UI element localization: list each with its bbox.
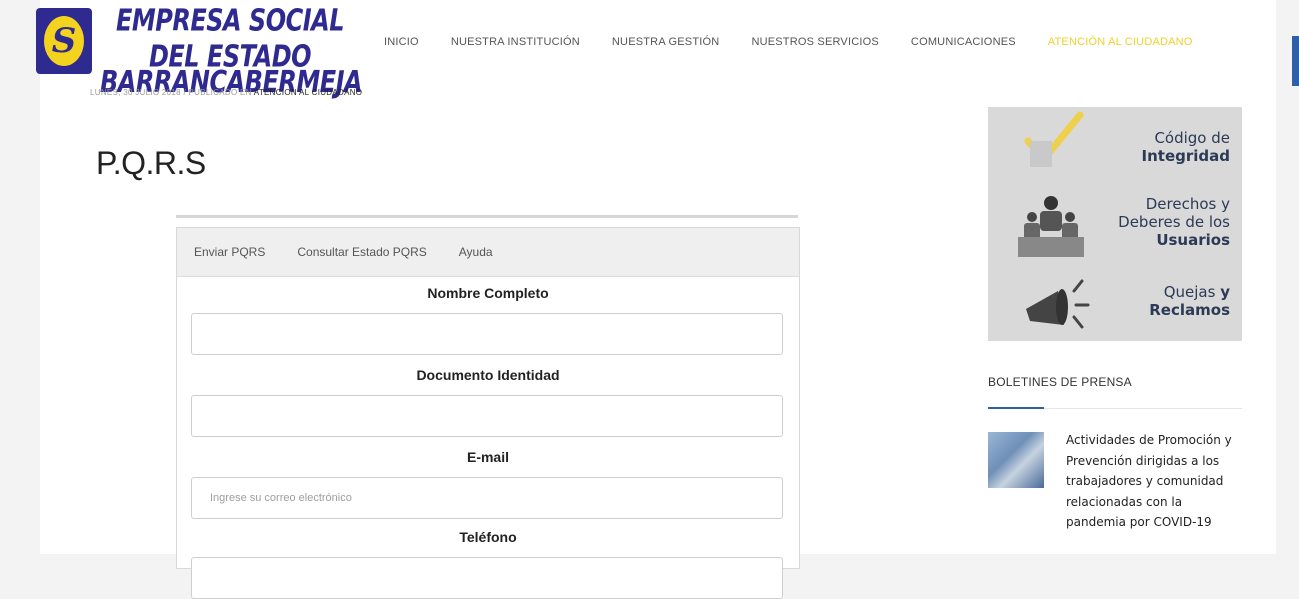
tab-ayuda[interactable]: Ayuda bbox=[459, 245, 493, 259]
post-category-link[interactable]: ATENCION AL CIUDADANO bbox=[254, 88, 363, 97]
phone-label: Teléfono bbox=[459, 529, 517, 545]
banner-text-bold: Usuarios bbox=[1156, 231, 1230, 249]
banner-text-bold: Reclamos bbox=[1149, 301, 1230, 319]
pqrs-form: Enviar PQRS Consultar Estado PQRS Ayuda … bbox=[176, 227, 800, 599]
logo-letter: S bbox=[44, 16, 84, 66]
banner-text: Deberes de los bbox=[1118, 213, 1230, 231]
email-input[interactable] bbox=[191, 477, 783, 519]
banner-text: Derechos y bbox=[1145, 195, 1230, 213]
banner-text: Código de bbox=[1154, 129, 1230, 147]
banner-item-quejas[interactable]: Quejas y Reclamos bbox=[1149, 283, 1230, 319]
tab-enviar-pqrs[interactable]: Enviar PQRS bbox=[194, 245, 265, 259]
sidebar-divider-accent bbox=[988, 407, 1044, 409]
sidebar-banner[interactable]: Código de Integridad Derechos y Deberes … bbox=[988, 107, 1242, 341]
nav-item-atencion-al-ciudadano[interactable]: ATENCIÓN AL CIUDADANO bbox=[1048, 36, 1193, 48]
post-date: LUNES, 30 JULIO 2018 bbox=[90, 88, 181, 97]
checkmark-icon bbox=[1024, 111, 1084, 167]
sidebar-heading: BOLETINES DE PRENSA bbox=[988, 375, 1132, 389]
page-title: P.Q.R.S bbox=[96, 145, 206, 181]
main-nav: INICIO NUESTRA INSTITUCIÓN NUESTRA GESTI… bbox=[384, 36, 1225, 48]
banner-text-bold: Integridad bbox=[1141, 147, 1230, 165]
form-top-divider bbox=[176, 215, 798, 218]
email-label: E-mail bbox=[466, 449, 509, 465]
edge-accent-bar bbox=[1292, 36, 1299, 86]
tab-consultar-estado[interactable]: Consultar Estado PQRS bbox=[297, 245, 426, 259]
nav-item-comunicaciones[interactable]: COMUNICACIONES bbox=[911, 36, 1016, 48]
banner-item-integridad[interactable]: Código de Integridad bbox=[1142, 129, 1230, 165]
post-meta: LUNES, 30 JULIO 2018 / PUBLICADO EN ATEN… bbox=[90, 88, 362, 97]
document-input[interactable] bbox=[191, 395, 783, 437]
nav-item-nuestra-institucion[interactable]: NUESTRA INSTITUCIÓN bbox=[451, 36, 580, 48]
nav-item-nuestros-servicios[interactable]: NUESTROS SERVICIOS bbox=[751, 36, 878, 48]
form-tabs: Enviar PQRS Consultar Estado PQRS Ayuda bbox=[177, 228, 799, 277]
banner-item-derechos[interactable]: Derechos y Deberes de los Usuarios bbox=[1118, 195, 1230, 249]
nav-item-nuestra-gestion[interactable]: NUESTRA GESTIÓN bbox=[612, 36, 720, 48]
logo-icon[interactable]: S bbox=[36, 8, 92, 74]
news-thumbnail[interactable] bbox=[988, 432, 1044, 488]
phone-input[interactable] bbox=[191, 557, 783, 599]
name-input[interactable] bbox=[191, 313, 783, 355]
news-item-link[interactable]: Actividades de Promoción y Prevención di… bbox=[1066, 430, 1242, 533]
megaphone-icon bbox=[1026, 279, 1090, 329]
brand-name[interactable]: EMPRESA SOCIAL DEL ESTADO BARRANCABERMEJ… bbox=[100, 3, 363, 100]
people-icon bbox=[1018, 196, 1084, 257]
banner-text: Quejas y bbox=[1163, 283, 1230, 301]
nav-item-inicio[interactable]: INICIO bbox=[384, 36, 419, 48]
document-label: Documento Identidad bbox=[416, 367, 560, 383]
meta-separator: / bbox=[183, 88, 186, 97]
name-label: Nombre Completo bbox=[427, 285, 549, 301]
published-in-label: PUBLICADO EN bbox=[188, 88, 252, 97]
